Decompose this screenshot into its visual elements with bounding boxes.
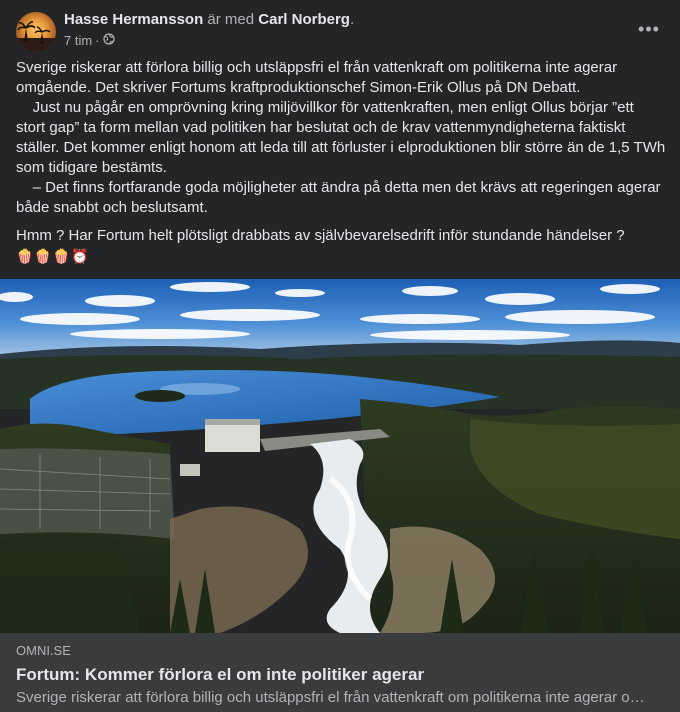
link-domain: OMNI.SE xyxy=(16,643,71,658)
more-options-button[interactable]: ••• xyxy=(634,14,664,44)
post-line-2: omgående. Det skriver Fortums kraftprodu… xyxy=(16,79,581,96)
post-line-1: Sverige riskerar att förlora billig och … xyxy=(16,59,618,76)
facebook-post: Hasse Hermansson är med Carl Norberg. 7 … xyxy=(0,0,680,712)
post-comment: Hmm ? Har Fortum helt plötsligt drabbats… xyxy=(16,227,625,244)
link-description: Sverige riskerar att förlora billig och … xyxy=(16,689,646,706)
post-time[interactable]: 7 tim xyxy=(64,33,92,49)
post-line-6: som tidigare bestämts. xyxy=(16,159,167,176)
avatar[interactable] xyxy=(16,12,56,52)
post-header: Hasse Hermansson är med Carl Norberg. 7 … xyxy=(0,0,680,60)
post-meta: 7 tim · xyxy=(64,33,115,49)
post-line-4: stort gap” ta form mellan vad politiken … xyxy=(16,119,626,136)
with-text: är med xyxy=(207,11,255,28)
period: . xyxy=(349,11,355,28)
meta-separator: · xyxy=(95,33,100,48)
tagged-person[interactable]: Carl Norberg xyxy=(258,11,350,28)
post-line-3: Just nu pågår en omprövning kring miljöv… xyxy=(16,99,634,116)
link-title[interactable]: Fortum: Kommer förlora el om inte politi… xyxy=(16,664,664,685)
more-icon: ••• xyxy=(638,18,660,39)
hydropower-landscape-image xyxy=(0,279,680,633)
post-text: Sverige riskerar att förlora billig och … xyxy=(16,58,668,266)
post-line-8: både snabbt och beslutsamt. xyxy=(16,199,208,216)
post-line-7: – Det finns fortfarande goda möjligheter… xyxy=(16,179,661,196)
globe-icon[interactable] xyxy=(102,33,115,49)
author-name[interactable]: Hasse Hermansson xyxy=(64,11,203,28)
post-line-5: ställer. Det kommer enligt honom att led… xyxy=(16,139,666,156)
post-emojis: 🍿🍿🍿⏰ xyxy=(16,248,90,264)
author-line: Hasse Hermansson är med Carl Norberg. xyxy=(64,11,354,29)
link-preview-footer[interactable]: OMNI.SE Fortum: Kommer förlora el om int… xyxy=(0,633,680,712)
link-preview-image[interactable] xyxy=(0,279,680,633)
